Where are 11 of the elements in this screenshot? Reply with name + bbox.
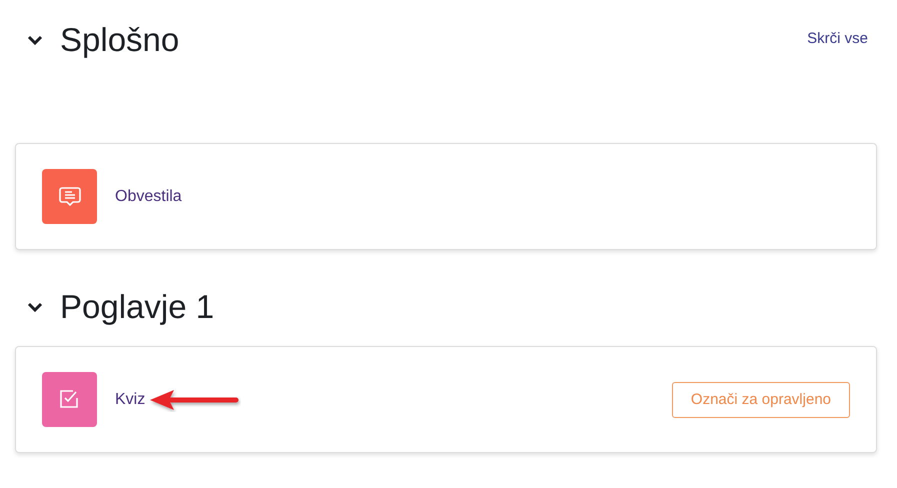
activity-link[interactable]: Obvestila (115, 188, 182, 206)
activity-link[interactable]: Kviz (115, 390, 146, 408)
checkbox-icon (58, 388, 80, 410)
collapse-all-link[interactable]: Skrči vse (807, 30, 868, 47)
chevron-down-icon[interactable] (27, 301, 43, 313)
section-title: Splošno (60, 21, 180, 59)
speech-bubble-icon (58, 186, 80, 208)
chevron-down-icon[interactable] (27, 34, 43, 46)
activity-icon[interactable] (42, 169, 97, 224)
section-title: Poglavje 1 (60, 288, 216, 326)
activity-icon[interactable] (42, 372, 97, 427)
